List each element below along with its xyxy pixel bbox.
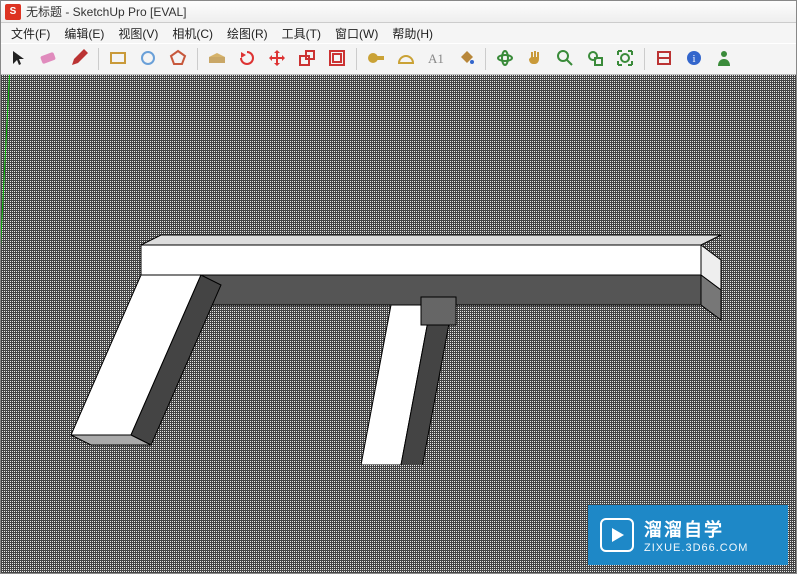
viewport-3d[interactable]: 溜溜自学 ZIXUE.3D66.COM — [1, 75, 796, 573]
toolbar: A1 i — [1, 43, 796, 75]
watermark: 溜溜自学 ZIXUE.3D66.COM — [588, 505, 788, 565]
offset-icon — [328, 49, 346, 70]
rotate-tool-button[interactable] — [233, 46, 261, 72]
menu-window[interactable]: 窗口(W) — [329, 24, 384, 43]
tape-icon — [366, 50, 386, 69]
menubar: 文件(F) 编辑(E) 视图(V) 相机(C) 绘图(R) 工具(T) 窗口(W… — [1, 23, 796, 43]
play-icon — [600, 518, 634, 552]
paintbucket-icon — [457, 49, 475, 70]
paintbucket-tool-button[interactable] — [452, 46, 480, 72]
circle-icon — [139, 49, 157, 70]
toolbar-separator — [644, 48, 645, 70]
menu-edit[interactable]: 编辑(E) — [58, 24, 110, 43]
scale-tool-button[interactable] — [293, 46, 321, 72]
watermark-url: ZIXUE.3D66.COM — [644, 542, 748, 554]
menu-tools[interactable]: 工具(T) — [276, 24, 327, 43]
text-icon: A1 — [427, 50, 445, 69]
person-tool-button[interactable] — [710, 46, 738, 72]
orbit-icon — [496, 49, 514, 70]
offset-tool-button[interactable] — [323, 46, 351, 72]
move-tool-button[interactable] — [263, 46, 291, 72]
person-icon — [715, 49, 733, 70]
toolbar-separator — [98, 48, 99, 70]
axis-green — [1, 75, 10, 572]
zoom-tool-button[interactable] — [551, 46, 579, 72]
rotate-icon — [238, 49, 256, 70]
circle-tool-button[interactable] — [134, 46, 162, 72]
text-tool-button[interactable]: A1 — [422, 46, 450, 72]
toolbar-separator — [197, 48, 198, 70]
menu-view[interactable]: 视图(V) — [112, 24, 164, 43]
menu-help[interactable]: 帮助(H) — [386, 24, 439, 43]
rectangle-tool-button[interactable] — [104, 46, 132, 72]
pushpull-tool-button[interactable] — [203, 46, 231, 72]
protractor-icon — [397, 49, 415, 70]
zoom-icon — [556, 49, 574, 70]
rectangle-icon — [109, 49, 127, 70]
pan-icon — [526, 49, 544, 70]
orbit-tool-button[interactable] — [491, 46, 519, 72]
zoomwindow-tool-button[interactable] — [581, 46, 609, 72]
toolbar-separator — [485, 48, 486, 70]
app-icon: S — [5, 4, 21, 20]
toolbar-separator — [356, 48, 357, 70]
move-icon — [268, 49, 286, 70]
svg-text:A1: A1 — [428, 51, 444, 66]
zoomwindow-icon — [586, 49, 604, 70]
eraser-tool-button[interactable] — [35, 46, 63, 72]
titlebar: S 无标题 - SketchUp Pro [EVAL] — [1, 1, 796, 23]
select-tool-button[interactable] — [5, 46, 33, 72]
info-icon: i — [685, 49, 703, 70]
pencil-tool-button[interactable] — [65, 46, 93, 72]
polygon-icon — [169, 49, 187, 70]
svg-text:i: i — [692, 53, 695, 65]
window-title: 无标题 - SketchUp Pro [EVAL] — [26, 3, 187, 20]
eraser-icon — [39, 50, 59, 69]
model-geometry — [61, 205, 741, 465]
pencil-icon — [70, 49, 88, 70]
scale-icon — [298, 49, 316, 70]
info-tool-button[interactable]: i — [680, 46, 708, 72]
pan-tool-button[interactable] — [521, 46, 549, 72]
polygon-tool-button[interactable] — [164, 46, 192, 72]
watermark-brand: 溜溜自学 — [644, 516, 748, 542]
select-icon — [10, 49, 28, 70]
component-icon — [655, 49, 673, 70]
tape-tool-button[interactable] — [362, 46, 390, 72]
component-tool-button[interactable] — [650, 46, 678, 72]
menu-draw[interactable]: 绘图(R) — [221, 24, 274, 43]
zoomextents-tool-button[interactable] — [611, 46, 639, 72]
menu-camera[interactable]: 相机(C) — [166, 24, 219, 43]
zoomextents-icon — [616, 49, 634, 70]
menu-file[interactable]: 文件(F) — [5, 24, 56, 43]
pushpull-icon — [207, 49, 227, 70]
protractor-tool-button[interactable] — [392, 46, 420, 72]
